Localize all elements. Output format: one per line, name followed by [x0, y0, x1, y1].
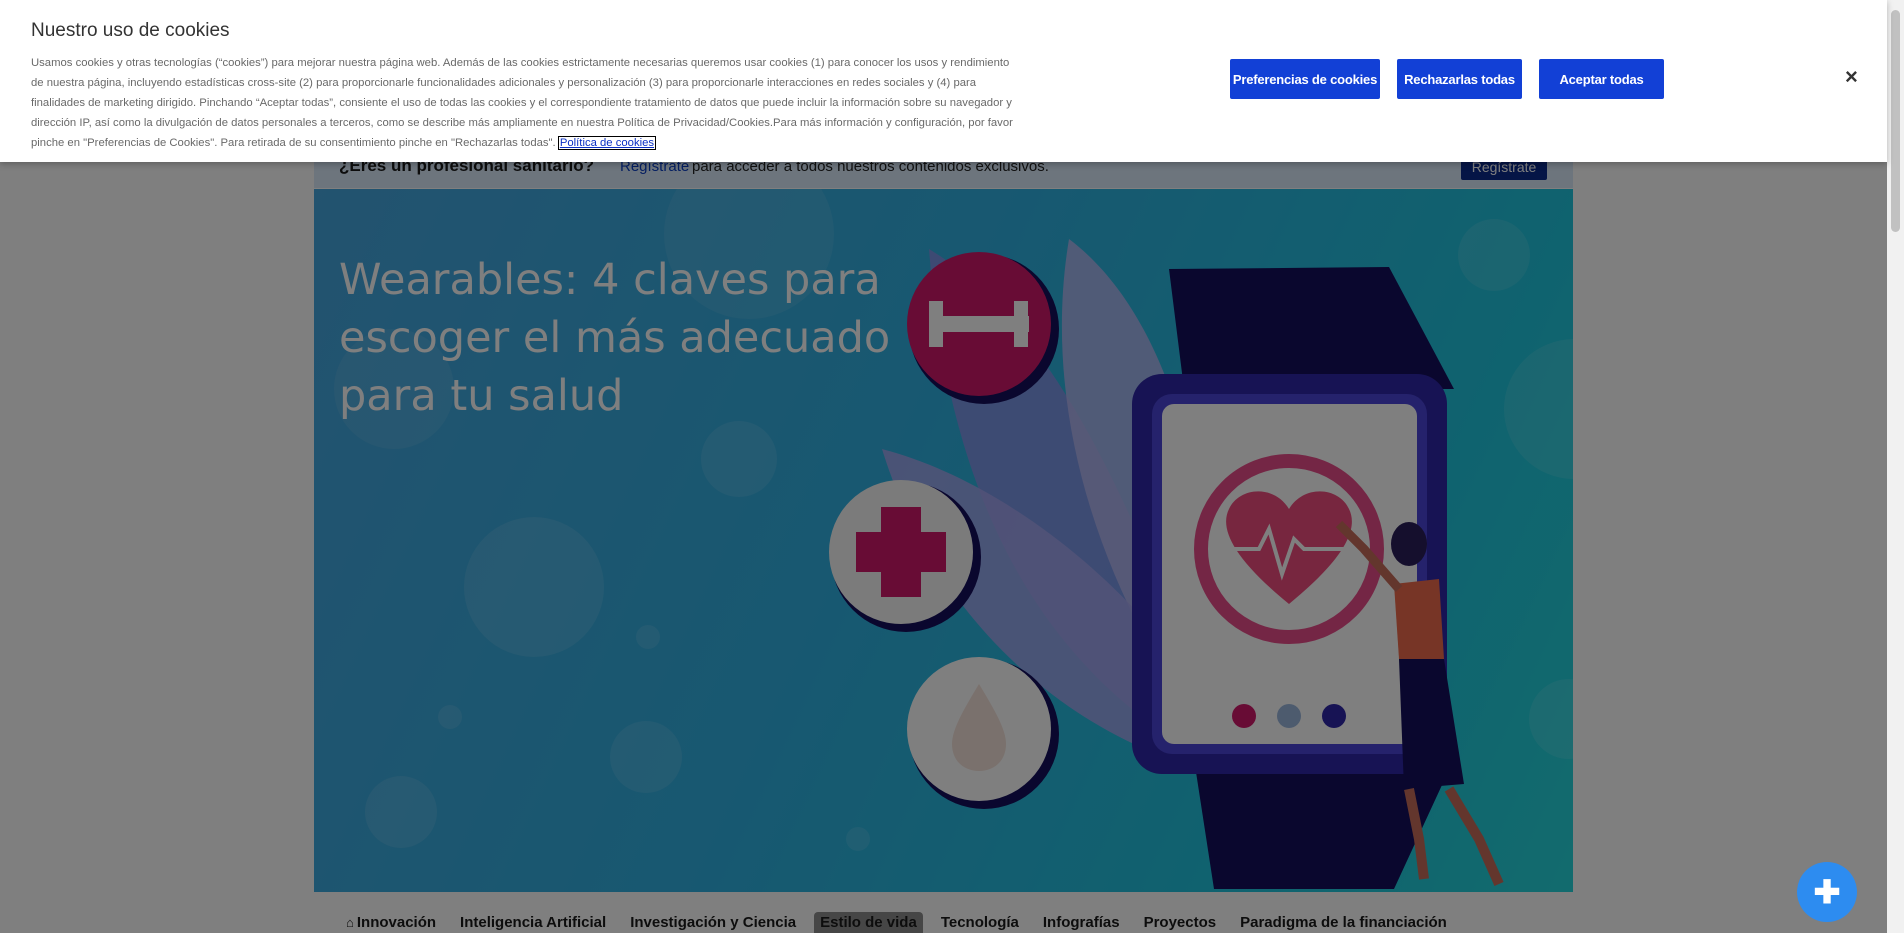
cookie-banner: Nuestro uso de cookies Usamos cookies y …	[0, 0, 1887, 162]
accessibility-helper-button[interactable]: ✚	[1797, 862, 1857, 922]
page-scrollbar[interactable]	[1887, 0, 1904, 933]
cookie-policy-link[interactable]: Política de cookies	[557, 136, 657, 150]
accept-all-button[interactable]: Aceptar todas	[1539, 59, 1664, 99]
cookie-title: Nuestro uso de cookies	[31, 20, 230, 41]
close-icon[interactable]: ×	[1845, 66, 1858, 88]
cookie-text: Usamos cookies y otras tecnologías (“coo…	[31, 57, 1013, 149]
helper-icon: ✚	[1813, 874, 1841, 910]
cookie-description: Usamos cookies y otras tecnologías (“coo…	[31, 53, 1021, 153]
reject-all-button[interactable]: Rechazarlas todas	[1397, 59, 1522, 99]
cookie-preferences-button[interactable]: Preferencias de cookies	[1230, 59, 1380, 99]
scrollbar-thumb[interactable]	[1891, 10, 1900, 232]
